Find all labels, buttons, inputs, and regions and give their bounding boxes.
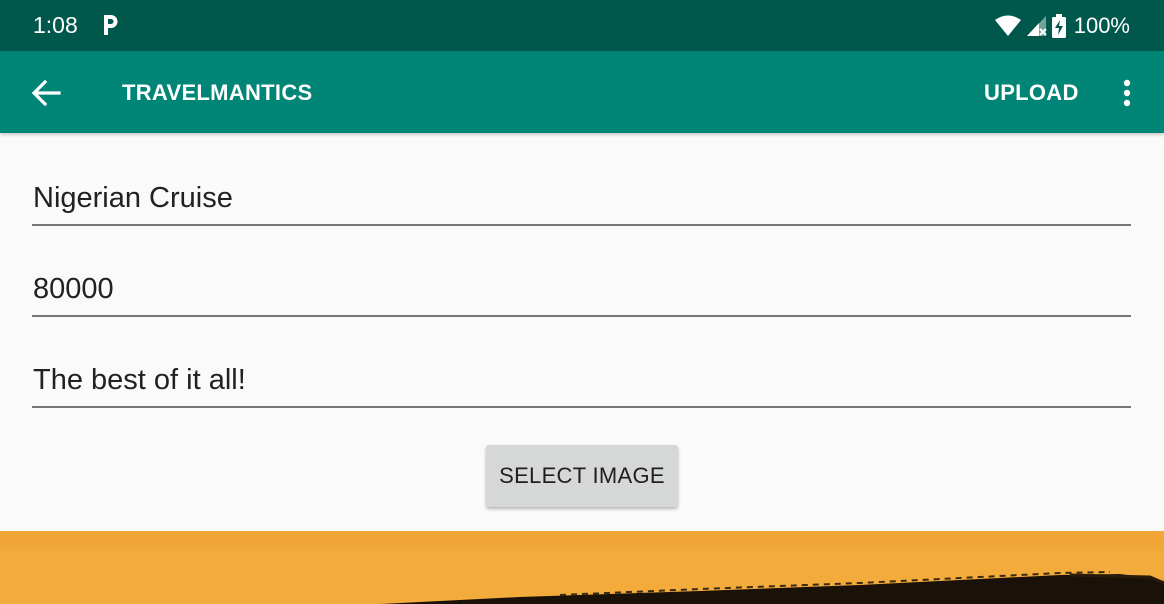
wifi-icon (994, 15, 1021, 36)
screen: 1:08 100% TRAVELMANTICS UPLOAD Nigerian … (0, 0, 1164, 604)
select-image-button[interactable]: SELECT IMAGE (486, 445, 678, 507)
app-title: TRAVELMANTICS (122, 80, 313, 105)
app-bar: TRAVELMANTICS UPLOAD (0, 51, 1164, 133)
cell-signal-no-data-icon (1026, 15, 1047, 36)
status-bar: 1:08 100% (0, 0, 1164, 51)
overflow-menu-button[interactable] (1104, 69, 1150, 117)
deal-price-input[interactable] (32, 267, 1131, 317)
back-arrow-icon (31, 80, 61, 106)
deal-description-input[interactable] (32, 358, 1131, 408)
status-icons: 100% (994, 12, 1130, 39)
deal-title-input[interactable] (32, 176, 1131, 226)
parking-p-icon (104, 15, 118, 35)
upload-button[interactable]: UPLOAD (972, 69, 1091, 117)
battery-charging-icon (1051, 13, 1066, 38)
sunset-cruise-image (0, 531, 1164, 604)
image-preview (0, 531, 1164, 604)
back-button[interactable] (22, 69, 70, 117)
status-time: 1:08 (33, 12, 78, 38)
battery-percentage: 100% (1073, 13, 1130, 38)
overflow-menu-icon (1123, 79, 1131, 107)
